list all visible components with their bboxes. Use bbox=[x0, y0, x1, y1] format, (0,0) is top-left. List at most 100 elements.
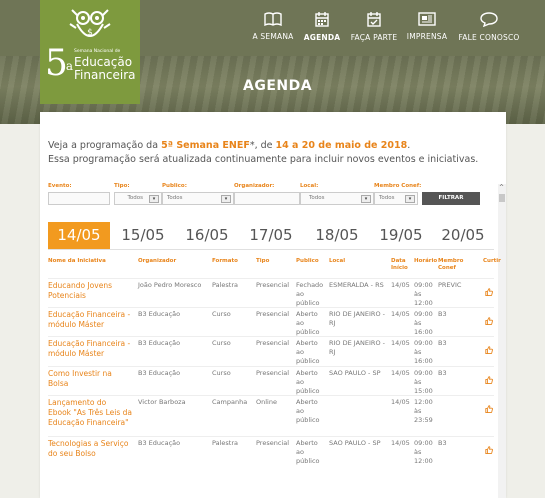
book-icon bbox=[264, 12, 282, 26]
cell-line: Aberto bbox=[296, 398, 318, 406]
cell-data: 14/05 bbox=[391, 281, 410, 290]
calendar-icon bbox=[315, 12, 329, 27]
cell-line: ao bbox=[296, 319, 304, 327]
cell-local: SAO PAULO - SP bbox=[329, 439, 381, 448]
cell-publico: Aberto ao público bbox=[296, 310, 320, 337]
tab-date[interactable]: 16/05 bbox=[178, 222, 236, 249]
site-logo[interactable]: $ 5a Semana Nacional de Educação Finance… bbox=[40, 0, 140, 104]
evento-input[interactable] bbox=[48, 192, 110, 205]
nav-item-faca-parte[interactable]: FAÇA PARTE bbox=[350, 12, 398, 42]
nav-item-fale-conosco[interactable]: FALE CONOSCO bbox=[458, 12, 520, 42]
cell-line: 14/05 bbox=[391, 369, 410, 377]
column-header: Membro Conef bbox=[438, 258, 464, 271]
cell-line: PREVIC bbox=[438, 281, 462, 289]
tab-date[interactable]: 20/05 bbox=[434, 222, 492, 249]
cell-local: ESMERALDA - RS bbox=[329, 281, 384, 290]
thumbs-up-icon[interactable] bbox=[485, 281, 493, 300]
chevron-down-icon: ▾ bbox=[405, 195, 415, 203]
tab-date[interactable]: 17/05 bbox=[242, 222, 300, 249]
cell-membro: B3 bbox=[438, 369, 447, 378]
organizador-input[interactable] bbox=[234, 192, 300, 205]
cell-line: Victor Barboza bbox=[138, 398, 186, 406]
cell-line: 09:00 bbox=[414, 439, 433, 447]
calendar-check-icon bbox=[367, 12, 381, 27]
cell-data: 14/05 bbox=[391, 439, 410, 448]
nav-item-agenda[interactable]: AGENDA bbox=[302, 12, 342, 42]
tab-date[interactable]: 15/05 bbox=[114, 222, 172, 249]
cell-membro: B3 bbox=[438, 439, 447, 448]
cell-publico: Aberto ao público bbox=[296, 369, 320, 396]
cell-membro: PREVIC bbox=[438, 281, 461, 290]
local-select[interactable]: Todos ▾ bbox=[300, 192, 374, 205]
cell-line: B3 Educação bbox=[138, 310, 181, 318]
newspaper-icon bbox=[418, 12, 436, 26]
cell-line: público bbox=[296, 457, 320, 465]
thumbs-up-icon[interactable] bbox=[485, 439, 493, 458]
cell-name[interactable]: Educando Jovens Potenciais bbox=[48, 281, 136, 301]
thumbs-up-icon[interactable] bbox=[485, 398, 493, 417]
cell-line: SAO PAULO - SP bbox=[329, 369, 381, 377]
cell-line: Fechado bbox=[296, 281, 324, 289]
thumbs-up-icon[interactable] bbox=[485, 339, 493, 358]
cell-line: 14/05 bbox=[391, 339, 410, 347]
cell-hora: 09:00 às 12:00 bbox=[414, 439, 433, 466]
agenda-card: Veja a programação da 5ª Semana ENEF*, d… bbox=[40, 112, 506, 498]
cell-tipo: Presencial bbox=[256, 339, 289, 348]
logo-line-2: Financeira bbox=[74, 68, 136, 82]
cell-name[interactable]: Tecnologias a Serviço do seu Bolso bbox=[48, 439, 136, 459]
cell-line: Presencial bbox=[256, 281, 290, 289]
cell-line: Palestra bbox=[212, 281, 239, 289]
cell-publico: Aberto ao público bbox=[296, 339, 320, 366]
cell-line: módulo Máster bbox=[48, 349, 105, 358]
logo-number: 5a bbox=[45, 43, 74, 84]
chevron-up-icon[interactable]: ^ bbox=[499, 184, 504, 191]
row-divider bbox=[48, 366, 494, 367]
cell-org: B3 Educação bbox=[138, 310, 180, 319]
tab-date[interactable]: 14/05 bbox=[48, 222, 110, 249]
cell-hora: 12:00 às 23:59 bbox=[414, 398, 433, 425]
thumbs-up-icon[interactable] bbox=[485, 369, 493, 388]
publico-select[interactable]: Todos ▾ bbox=[162, 192, 234, 205]
row-divider bbox=[48, 395, 494, 396]
nav-item-a-semana[interactable]: A SEMANA bbox=[248, 12, 298, 41]
cell-line: 14/05 bbox=[391, 281, 410, 289]
cell-name[interactable]: Educação Financeira - módulo Máster bbox=[48, 339, 136, 359]
cell-name[interactable]: Como Investir na Bolsa bbox=[48, 369, 136, 389]
cell-publico: Aberto ao público bbox=[296, 398, 320, 425]
filter-button[interactable]: FILTRAR bbox=[422, 192, 480, 205]
cell-line: 09:00 bbox=[414, 310, 433, 318]
cell-line: ao bbox=[296, 407, 304, 415]
cell-line: ao bbox=[296, 290, 304, 298]
intro-text-2: Essa programação será atualizada continu… bbox=[48, 154, 479, 165]
filter-label-organizador: Organizador: bbox=[234, 183, 275, 189]
cell-line: ao bbox=[296, 448, 304, 456]
tipo-select[interactable]: Todos ▾ bbox=[114, 192, 162, 205]
cell-line: 14/05 bbox=[391, 439, 410, 447]
column-header: Curtir bbox=[483, 258, 501, 264]
chevron-down-icon: ▾ bbox=[221, 195, 231, 203]
tab-date[interactable]: 19/05 bbox=[372, 222, 430, 249]
cell-line: Curso bbox=[212, 310, 231, 318]
tab-date[interactable]: 18/05 bbox=[306, 222, 368, 249]
cell-hora: 09:00 às 16:00 bbox=[414, 339, 433, 366]
cell-line: 12:00 bbox=[414, 398, 433, 406]
membro-select[interactable]: Todos ▾ bbox=[374, 192, 418, 205]
cell-line: Bolsa bbox=[48, 379, 69, 388]
cell-line: ao bbox=[296, 348, 304, 356]
cell-org: Victor Barboza bbox=[138, 398, 186, 407]
cell-line: às bbox=[414, 348, 422, 356]
cell-line: 16:00 bbox=[414, 357, 433, 365]
cell-line: B3 bbox=[438, 310, 447, 318]
scrollbar[interactable]: ^ bbox=[498, 184, 506, 498]
cell-name[interactable]: Educação Financeira - módulo Máster bbox=[48, 310, 136, 330]
cell-line: público bbox=[296, 357, 320, 365]
thumbs-up-icon[interactable] bbox=[485, 310, 493, 329]
cell-line: 09:00 bbox=[414, 369, 433, 377]
cell-name[interactable]: Lançamento do Ebook "As Três Leis da Educa… bbox=[48, 398, 136, 428]
scrollbar-thumb[interactable] bbox=[499, 194, 505, 202]
column-header: Publico bbox=[296, 258, 319, 264]
cell-line: Tecnologias a Serviço bbox=[48, 439, 129, 448]
cell-line: 09:00 bbox=[414, 339, 433, 347]
nav-item-imprensa[interactable]: IMPRENSA bbox=[403, 12, 451, 41]
cell-line: Lançamento do bbox=[48, 398, 107, 407]
